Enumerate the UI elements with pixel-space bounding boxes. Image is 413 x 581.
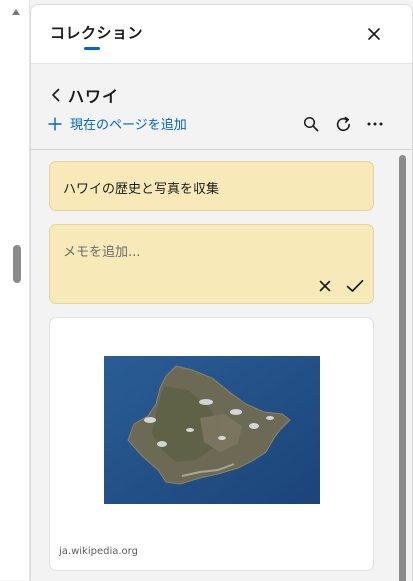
search-button[interactable] [301,114,321,134]
collection-name: ハワイ [68,87,120,106]
saved-web-item[interactable]: ja.wikipedia.org [49,317,374,571]
more-icon [367,122,383,126]
panel-scrollbar-thumb[interactable] [399,155,406,581]
page-scrollbar-thumb[interactable] [13,245,21,283]
check-icon [346,279,364,292]
collection-toolbar [301,114,397,134]
more-options-button[interactable] [365,114,385,134]
panel-title: コレクション [50,24,144,42]
search-icon [303,116,319,132]
add-current-page-button[interactable]: 現在のページを追加 [48,114,187,133]
close-button[interactable] [361,21,387,47]
note-editor[interactable]: メモを追加... [49,224,374,304]
note-input-placeholder[interactable]: メモを追加... [63,241,140,260]
collections-panel: コレクション ハワイ 現在のページを追加 ハワイの歴史と写真を収集 メモを追加.… [30,4,413,581]
page-scrollbar[interactable] [0,0,30,580]
back-button[interactable] [47,86,65,104]
note-card[interactable]: ハワイの歴史と写真を収集 [49,161,374,211]
refresh-icon [336,116,350,131]
note-text: ハワイの歴史と写真を収集 [63,182,220,197]
source-domain: ja.wikipedia.org [59,546,138,557]
refresh-button[interactable] [333,114,353,134]
add-current-page-label: 現在のページを追加 [70,118,187,133]
oahu-satellite-photo [104,356,320,504]
plus-icon [48,117,62,130]
title-underline [84,47,100,50]
save-note-button[interactable] [345,276,365,296]
panel-header: コレクション [31,5,412,64]
discard-note-button[interactable] [315,276,335,296]
chevron-left-icon [52,88,60,102]
scroll-up-arrow-icon[interactable] [12,9,20,15]
toolbar-divider [31,149,412,150]
close-icon [368,28,380,40]
collection-header: ハワイ [47,83,119,107]
close-icon [319,280,331,292]
